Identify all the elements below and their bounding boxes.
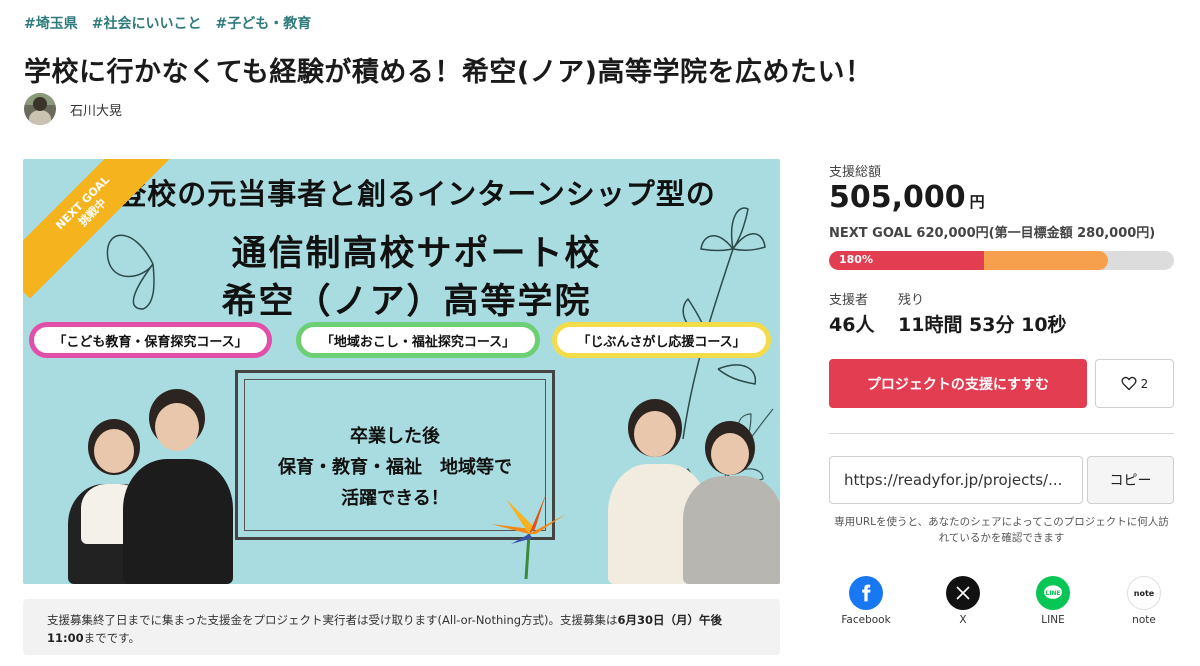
funding-notice: 支援募集終了日までに集まった支援金をプロジェクト実行者は受け取ります(All-o… bbox=[23, 599, 780, 655]
favorite-count: 2 bbox=[1140, 376, 1149, 391]
svg-text:LINE: LINE bbox=[1046, 591, 1061, 597]
share-x-button[interactable]: X bbox=[928, 576, 998, 626]
funding-progress-bar: 180% bbox=[829, 251, 1174, 270]
person-illustration bbox=[683, 421, 780, 584]
copy-url-button[interactable]: コピー bbox=[1087, 456, 1174, 504]
hero-message-line: 卒業した後 bbox=[350, 426, 440, 447]
supporters-label: 支援者 bbox=[829, 293, 869, 308]
supporters-value: 46人 bbox=[829, 314, 875, 336]
share-url-field[interactable] bbox=[829, 456, 1083, 504]
bird-of-paradise-flower bbox=[491, 494, 566, 580]
facebook-icon bbox=[849, 576, 883, 610]
x-icon bbox=[946, 576, 980, 610]
share-url-note: 専用URLを使うと、あなたのシェアによってこのプロジェクトに何人訪れているかを確… bbox=[834, 516, 1169, 544]
tag-list: #埼玉県 #社会にいいこと #子ども・教育 bbox=[24, 13, 311, 33]
project-owner[interactable]: 石川大晃 bbox=[24, 93, 122, 125]
favorite-button[interactable]: 2 bbox=[1095, 359, 1174, 408]
note-icon: note bbox=[1127, 576, 1161, 610]
share-line-button[interactable]: LINE LINE bbox=[1018, 576, 1088, 626]
hero-school-name: 希空（ノア）高等学院 bbox=[221, 282, 592, 322]
support-project-button[interactable]: プロジェクトの支援にすすむ bbox=[829, 359, 1087, 408]
remaining-value: 11時間 53分 10秒 bbox=[898, 314, 1067, 336]
notice-text: 支援募集終了日までに集まった支援金をプロジェクト実行者は受け取ります(All-o… bbox=[47, 613, 618, 627]
line-icon: LINE bbox=[1036, 576, 1070, 610]
divider bbox=[829, 433, 1174, 434]
heart-icon bbox=[1121, 376, 1137, 391]
share-facebook-label: Facebook bbox=[841, 614, 891, 626]
tag-saitama[interactable]: #埼玉県 bbox=[24, 13, 78, 33]
avatar[interactable] bbox=[24, 93, 56, 125]
total-amount: 505,000 円 bbox=[829, 180, 985, 215]
total-amount-unit: 円 bbox=[969, 193, 985, 211]
hero-subheadline: 通信制高校サポート校 bbox=[231, 234, 602, 274]
share-note-button[interactable]: note note bbox=[1109, 576, 1179, 626]
total-label: 支援総額 bbox=[829, 165, 882, 180]
share-note-label: note bbox=[1132, 614, 1156, 626]
next-goal-text: NEXT GOAL 620,000円(第一目標金額 280,000円) bbox=[829, 226, 1156, 241]
tag-social-good[interactable]: #社会にいいこと bbox=[92, 13, 202, 33]
notice-suffix: までです。 bbox=[83, 631, 140, 645]
project-hero-image: 不登校の元当事者と創るインターンシップ型の 通信制高校サポート校 希空（ノア）高… bbox=[23, 159, 780, 584]
remaining-label: 残り bbox=[898, 293, 925, 308]
share-facebook-button[interactable]: Facebook bbox=[831, 576, 901, 626]
course-badge-childcare: 「こども教育・保育探究コース」 bbox=[29, 322, 272, 358]
project-title: 学校に行かなくても経験が積める！希空(ノア)高等学院を広めたい！ bbox=[24, 57, 873, 88]
course-badge-community: 「地域おこし・福祉探究コース」 bbox=[296, 322, 540, 358]
total-amount-value: 505,000 bbox=[829, 180, 966, 215]
svg-text:note: note bbox=[1134, 589, 1155, 598]
progress-percent: 180% bbox=[839, 253, 873, 266]
course-badge-self-discovery: 「じぶんさがし応援コース」 bbox=[552, 322, 771, 358]
person-illustration bbox=[123, 389, 233, 584]
share-line-label: LINE bbox=[1041, 614, 1065, 626]
share-x-label: X bbox=[959, 614, 967, 626]
owner-name[interactable]: 石川大晃 bbox=[70, 100, 122, 119]
tag-children-education[interactable]: #子ども・教育 bbox=[215, 13, 311, 33]
